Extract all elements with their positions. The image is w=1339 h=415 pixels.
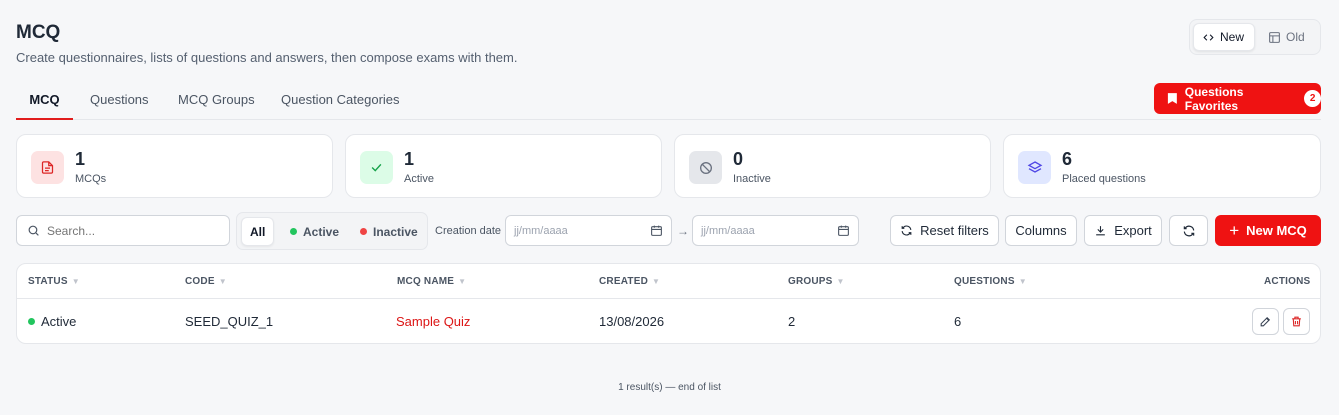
active-dot-icon [28,318,35,325]
download-icon [1096,226,1106,236]
filter-all-button[interactable]: All [241,217,275,246]
sort-icon: ▼ [652,277,661,286]
row-status-label: Active [41,314,77,329]
row-groups: 2 [788,314,796,329]
layers-icon [1018,151,1051,184]
refresh-icon [1183,225,1194,236]
ban-icon [689,151,722,184]
results-footer: 1 result(s) — end of list [618,382,721,393]
date-from-field[interactable]: jj/mm/aaaa [505,215,672,246]
stat-value: 1 [75,149,86,169]
stat-card-placed-questions: 6 Placed questions [1003,134,1321,198]
row-questions: 6 [954,314,962,329]
check-icon [360,151,393,184]
inactive-dot-icon [360,228,367,235]
column-header-created[interactable]: CREATED ▼ [599,276,660,287]
view-old-label: Old [1286,30,1305,44]
document-icon [31,151,64,184]
tab-questions[interactable]: Questions [90,80,149,119]
filter-active-label: Active [303,224,340,239]
tab-mcq[interactable]: MCQ [16,80,73,120]
column-header-actions: ACTIONS [1264,276,1311,287]
refresh-icon [901,225,912,236]
column-header-status[interactable]: STATUS ▼ [28,276,80,287]
view-new-button[interactable]: New [1193,23,1255,51]
header-divider [17,298,1320,299]
columns-label: Columns [1015,223,1067,238]
edit-button[interactable] [1252,308,1279,335]
active-dot-icon [290,228,297,235]
date-to-field[interactable]: jj/mm/aaaa [692,215,859,246]
sort-icon: ▼ [458,277,467,286]
date-from-placeholder: jj/mm/aaaa [514,224,568,237]
stat-card-mcqs: 1 MCQs [16,134,333,198]
filter-inactive-label: Inactive [373,224,418,239]
new-mcq-button[interactable]: + New MCQ [1215,215,1321,246]
view-old-button[interactable]: Old [1260,23,1318,51]
columns-button[interactable]: Columns [1005,215,1077,246]
new-mcq-label: New MCQ [1246,223,1307,238]
row-mcq-name-link[interactable]: Sample Quiz [396,314,470,329]
stat-value: 0 [733,149,744,169]
column-header-questions[interactable]: QUESTIONS ▼ [954,276,1027,287]
plus-icon: + [1229,221,1240,240]
view-new-label: New [1220,30,1245,44]
date-range-arrow: → [677,224,689,238]
page-subtitle: Create questionnaires, lists of question… [16,50,518,65]
reset-filters-button[interactable]: Reset filters [890,215,999,246]
filter-active-button[interactable]: Active [282,217,347,246]
date-to-placeholder: jj/mm/aaaa [701,224,755,237]
row-code: SEED_QUIZ_1 [185,314,274,329]
stat-label: MCQs [75,173,107,185]
page-title: MCQ [16,22,61,43]
delete-button[interactable] [1283,308,1310,335]
sort-icon: ▼ [836,277,845,286]
filter-all-label: All [250,224,266,239]
row-status: Active [28,314,76,329]
column-header-code[interactable]: CODE ▼ [185,276,227,287]
mcq-table: STATUS ▼ CODE ▼ MCQ NAME ▼ CREATED ▼ GROUPS ▼… [16,263,1321,344]
reset-filters-label: Reset filters [920,223,989,238]
stat-label: Placed questions [1062,173,1146,185]
tab-bar: MCQ Questions MCQ Groups Question Catego… [16,80,1321,120]
search-box [16,215,230,246]
stat-value: 6 [1062,149,1073,169]
search-input[interactable] [47,223,217,238]
sort-icon: ▼ [71,277,80,286]
bookmark-icon [1167,93,1177,104]
creation-date-label: Creation date [435,225,502,237]
sort-icon: ▼ [1018,277,1027,286]
tab-question-categories[interactable]: Question Categories [281,80,400,119]
column-header-groups[interactable]: GROUPS ▼ [788,276,845,287]
calendar-icon [651,225,662,236]
export-label: Export [1114,223,1152,238]
search-icon [28,225,39,236]
view-toggle: New Old [1189,19,1321,55]
sort-icon: ▼ [218,277,227,286]
stat-value: 1 [404,149,415,169]
favorites-label: Questions Favorites [1184,84,1244,113]
status-filter: All Active Inactive [236,212,428,250]
export-button[interactable]: Export [1084,215,1162,246]
favorites-count-badge: 2 [1304,90,1321,107]
stat-card-inactive: 0 Inactive [674,134,991,198]
stat-card-active: 1 Active [345,134,662,198]
stat-label: Inactive [733,173,771,185]
trash-icon [1292,316,1301,327]
filter-inactive-button[interactable]: Inactive [352,217,426,246]
questions-favorites-button[interactable]: Questions Favorites 2 [1154,83,1321,114]
stat-label: Active [404,173,434,185]
calendar-icon [838,225,849,236]
refresh-button[interactable] [1169,215,1208,246]
pencil-icon [1260,316,1271,327]
column-header-mcq-name[interactable]: MCQ NAME ▼ [397,276,466,287]
layout-icon [1269,31,1280,43]
row-created: 13/08/2026 [599,314,665,329]
code-icon [1203,33,1214,41]
tab-mcq-groups[interactable]: MCQ Groups [178,80,255,119]
